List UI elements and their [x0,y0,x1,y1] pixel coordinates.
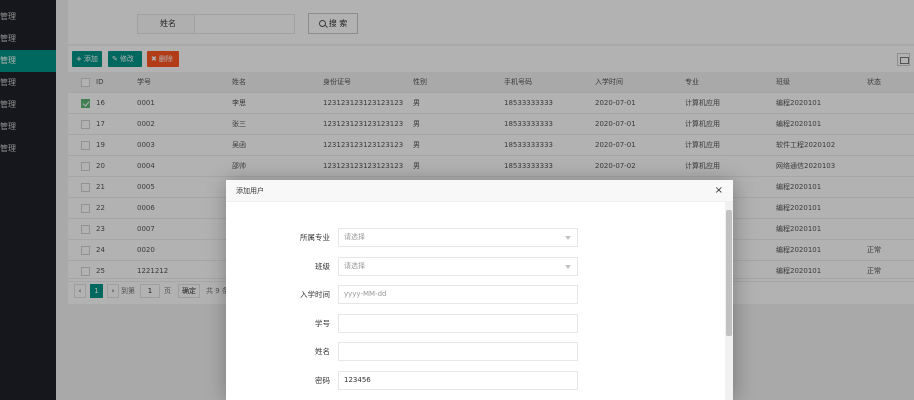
close-icon[interactable]: × [715,180,723,202]
field-select[interactable]: 请选择 [338,256,578,276]
field-label: 学号 [315,318,330,328]
add-user-dialog: 添加用户 × 所属专业 请选择 班级 请选择 入学时间 yyyy-MM-dd 学号 姓名 密码 1… [226,180,733,400]
scrollbar-thumb[interactable] [726,210,732,336]
field-value: yyyy-MM-dd [344,290,387,298]
dialog-title: 添加用户 [236,187,264,195]
field-input[interactable] [338,342,578,361]
dropdown-caret-icon [565,236,571,240]
field-date[interactable]: yyyy-MM-dd [338,285,578,304]
field-label: 入学时间 [300,290,330,299]
field-select[interactable]: 请选择 [338,228,578,247]
field-value: 123456 [344,375,371,384]
dialog-header: 添加用户 × [226,180,733,202]
field-input[interactable] [338,313,578,333]
field-value: 请选择 [344,233,365,241]
field-label: 班级 [315,261,330,271]
field-label: 姓名 [315,347,330,356]
field-value: 请选择 [344,261,365,270]
dropdown-caret-icon [565,264,571,269]
field-label: 密码 [315,375,330,385]
dialog-scrollbar[interactable] [725,202,733,400]
field-input[interactable]: 123456 [338,370,578,390]
field-label: 所属专业 [300,233,330,242]
